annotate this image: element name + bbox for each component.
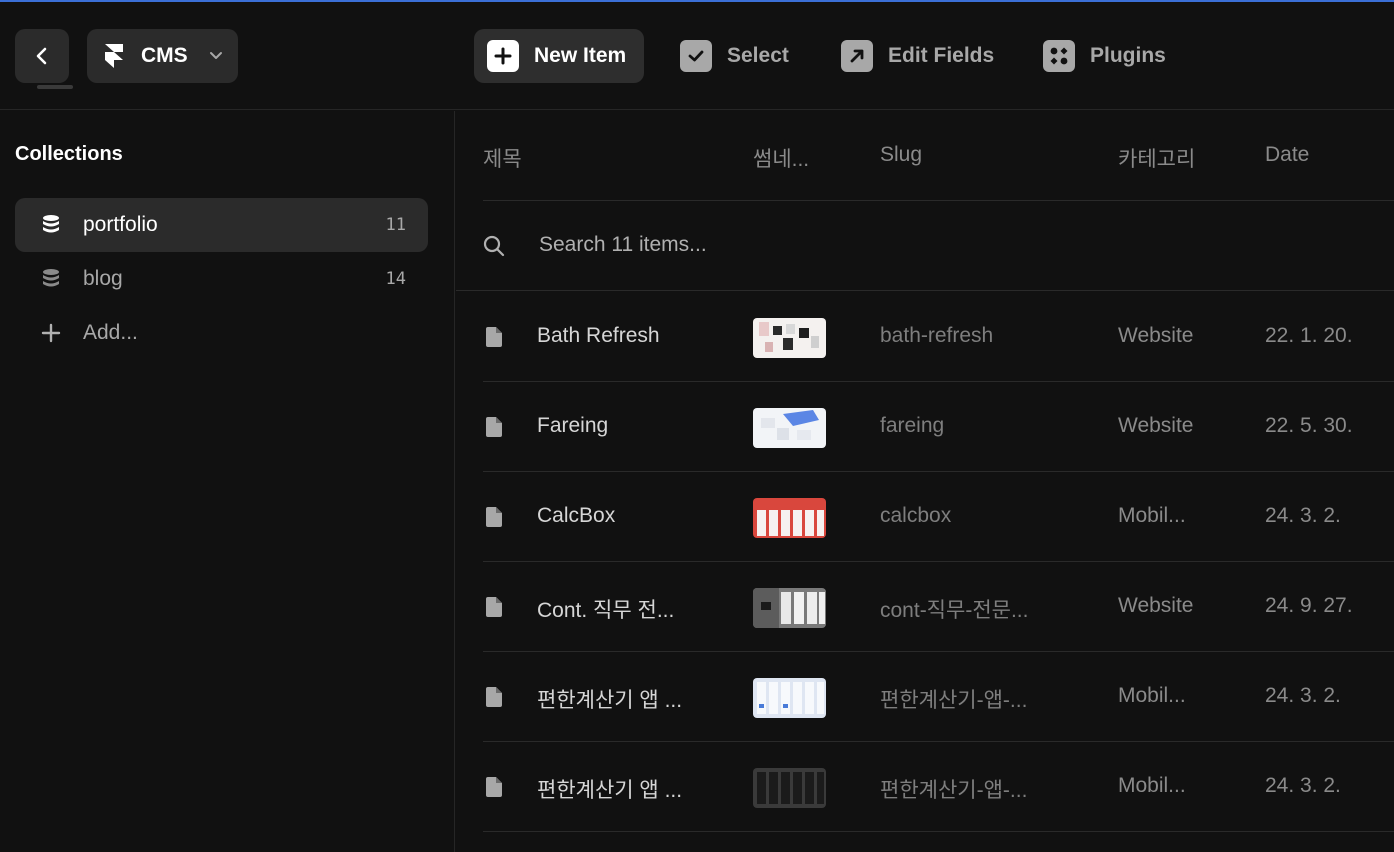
table-row[interactable]: CalcBox calcbox Mobil... 24. 3. 2. — [456, 472, 1394, 562]
plus-icon — [487, 40, 519, 72]
search-icon — [483, 235, 505, 257]
project-switcher[interactable]: CMS — [87, 29, 238, 83]
column-header-slug[interactable]: Slug — [880, 143, 922, 167]
database-icon — [43, 269, 59, 287]
chevron-down-icon — [210, 52, 222, 59]
database-icon — [43, 215, 59, 233]
framer-logo-icon — [105, 44, 123, 68]
checkbox-icon — [680, 40, 712, 72]
row-title: Bath Refresh — [537, 324, 660, 347]
collection-count: 11 — [385, 215, 406, 235]
column-header-thumbnail[interactable]: 썸네... — [753, 143, 809, 173]
add-collection-label: Add... — [83, 321, 138, 344]
row-category: Mobil... — [1118, 504, 1186, 527]
collection-name: blog — [83, 267, 123, 290]
document-icon — [486, 507, 502, 527]
row-category: Website — [1118, 414, 1194, 437]
arrow-up-right-icon — [841, 40, 873, 72]
table-row[interactable]: Cont. 직무 전... cont-직무-전문... Website 24. … — [456, 562, 1394, 652]
document-icon — [486, 597, 502, 617]
select-button[interactable]: Select — [680, 29, 789, 83]
row-title: 편한계산기 앱 ... — [537, 689, 683, 712]
row-thumbnail — [753, 408, 826, 448]
row-slug: 편한계산기-앱-... — [880, 779, 1028, 802]
row-date: 24. 3. 2. — [1265, 504, 1341, 527]
new-item-label: New Item — [534, 44, 627, 67]
document-icon — [486, 327, 502, 347]
column-header-date[interactable]: Date — [1265, 143, 1309, 167]
edit-fields-button[interactable]: Edit Fields — [841, 29, 994, 83]
table-row[interactable]: Fareing fareing Website 22. 5. 30. — [456, 382, 1394, 472]
row-thumbnail — [753, 318, 826, 358]
search-input[interactable]: Search 11 items... — [539, 233, 707, 257]
row-slug: fareing — [880, 414, 945, 437]
collection-item-blog[interactable]: blog 14 — [15, 252, 428, 306]
plugins-icon — [1043, 40, 1075, 72]
row-thumbnail — [753, 498, 826, 538]
document-icon — [486, 777, 502, 797]
collections-sidebar: Collections portfolio 11 blog 14 Add... — [0, 111, 455, 852]
row-slug: cont-직무-전문... — [880, 599, 1029, 622]
table-row[interactable]: 편한계산기 앱 ... 편한계산기-앱-... Mobil... 24. 3. … — [456, 742, 1394, 832]
back-button[interactable] — [15, 29, 73, 89]
toolbar: CMS New Item Select Edit Fields Plugins — [0, 2, 1394, 110]
row-date: 22. 5. 30. — [1265, 414, 1353, 437]
row-title: CalcBox — [537, 504, 616, 527]
add-collection-button[interactable]: Add... — [15, 306, 428, 360]
row-category: Website — [1118, 324, 1194, 347]
row-date: 22. 1. 20. — [1265, 324, 1353, 347]
collection-name: portfolio — [83, 213, 158, 236]
plugins-button[interactable]: Plugins — [1043, 29, 1166, 83]
row-title: Cont. 직무 전... — [537, 599, 675, 622]
row-thumbnail — [753, 768, 826, 808]
row-slug: 편한계산기-앱-... — [880, 689, 1028, 712]
row-date: 24. 3. 2. — [1265, 774, 1341, 797]
search-bar[interactable]: Search 11 items... — [456, 201, 1394, 291]
plus-icon — [41, 323, 61, 343]
column-header-category[interactable]: 카테고리 — [1118, 143, 1195, 173]
row-thumbnail — [753, 678, 826, 718]
collections-heading: Collections — [15, 143, 123, 165]
row-title: 편한계산기 앱 ... — [537, 779, 683, 802]
row-date: 24. 3. 2. — [1265, 684, 1341, 707]
collection-count: 14 — [385, 269, 406, 289]
table-row[interactable]: Bath Refresh bath-refresh Website 22. 1.… — [456, 292, 1394, 382]
edit-fields-label: Edit Fields — [888, 44, 995, 67]
plugins-label: Plugins — [1090, 44, 1166, 67]
column-header-title[interactable]: 제목 — [483, 143, 522, 173]
row-title: Fareing — [537, 414, 609, 437]
row-divider — [483, 831, 1394, 832]
project-name: CMS — [141, 44, 188, 67]
row-date: 24. 9. 27. — [1265, 594, 1353, 617]
chevron-left-icon — [36, 47, 47, 65]
document-icon — [486, 687, 502, 707]
items-table: 제목 썸네... Slug 카테고리 Date Search 11 items.… — [456, 111, 1394, 852]
table-row[interactable]: 편한계산기 앱 ... 편한계산기-앱-... Mobil... 24. 3. … — [456, 652, 1394, 742]
document-icon — [486, 417, 502, 437]
row-category: Mobil... — [1118, 684, 1186, 707]
row-slug: bath-refresh — [880, 324, 994, 347]
row-category: Website — [1118, 594, 1194, 617]
row-thumbnail — [753, 588, 826, 628]
collection-item-portfolio[interactable]: portfolio 11 — [15, 198, 428, 252]
select-label: Select — [727, 44, 789, 67]
row-slug: calcbox — [880, 504, 952, 527]
row-category: Mobil... — [1118, 774, 1186, 797]
new-item-button[interactable]: New Item — [474, 29, 645, 83]
